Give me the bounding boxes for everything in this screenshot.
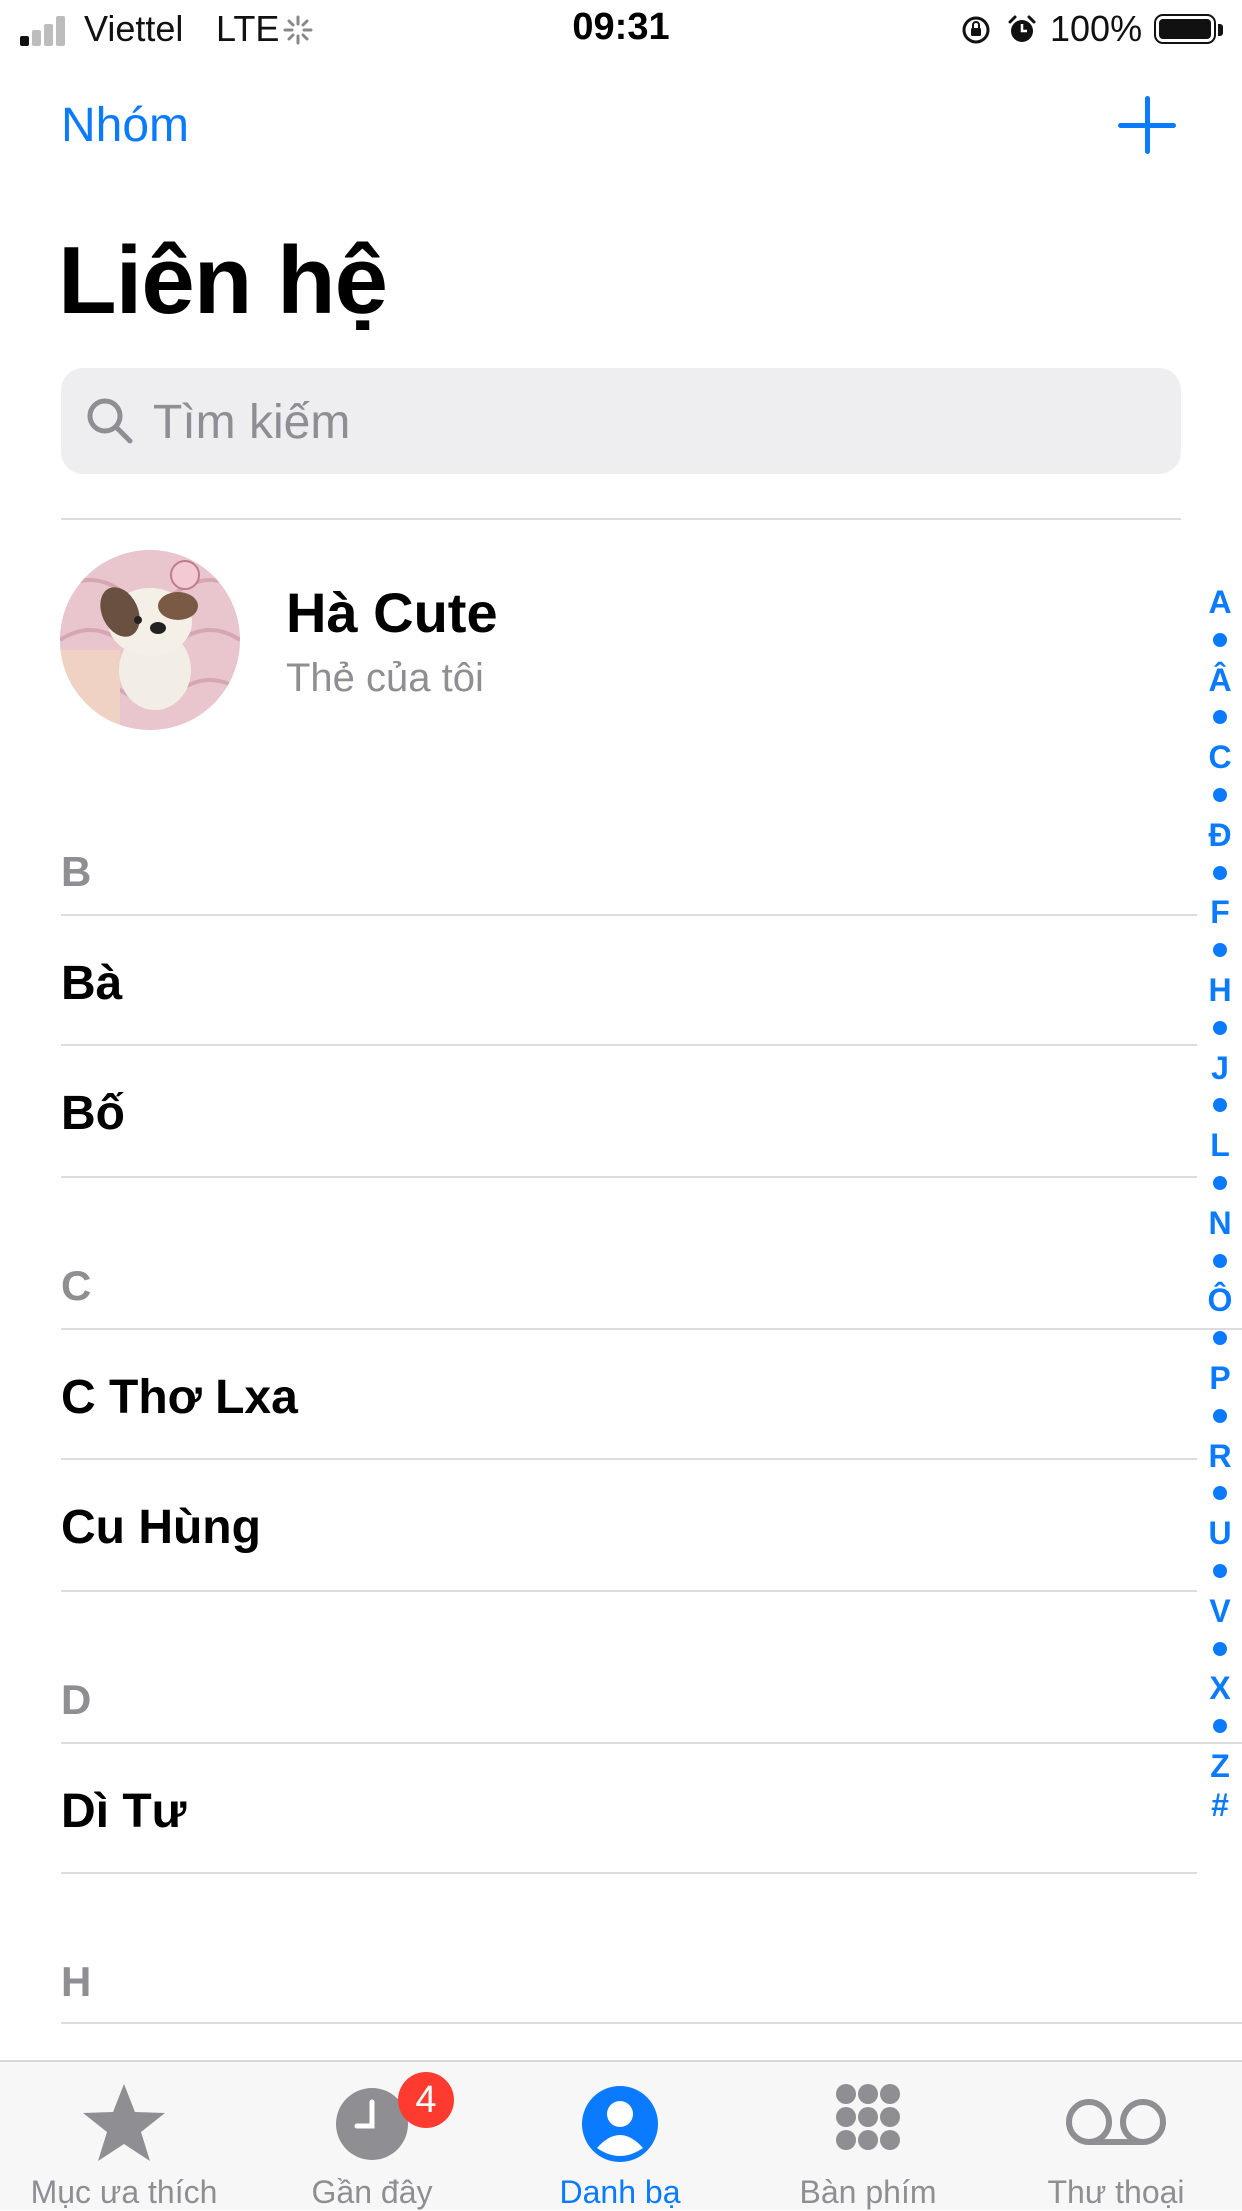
tab-favorites[interactable]: Mục ưa thích <box>0 2062 248 2210</box>
contact-row[interactable]: C Thơ Lxa <box>61 1330 1197 1460</box>
contact-name: Bố <box>61 1087 125 1140</box>
index-letter[interactable]: N <box>1200 1205 1240 1242</box>
index-letter[interactable]: X <box>1200 1670 1240 1707</box>
tab-label: Gần đây <box>311 2174 433 2210</box>
index-dot[interactable] <box>1213 1408 1227 1423</box>
index-dot[interactable] <box>1213 788 1227 802</box>
index-dot[interactable] <box>1213 1176 1227 1190</box>
contact-row[interactable]: Bố <box>61 1046 1197 1176</box>
index-dot[interactable] <box>1213 865 1227 880</box>
my-card-avatar[interactable] <box>60 550 240 730</box>
index-letter[interactable]: J <box>1200 1050 1240 1087</box>
contact-name: Cu Hùng <box>61 1501 261 1554</box>
index-dot[interactable] <box>1213 1641 1227 1656</box>
index-letter[interactable]: H <box>1200 972 1240 1009</box>
index-letter[interactable]: R <box>1200 1438 1240 1475</box>
tab-label: Bàn phím <box>799 2174 937 2210</box>
index-dot[interactable] <box>1213 943 1227 958</box>
contact-row[interactable]: Cu Hùng <box>61 1460 1197 1590</box>
section-header-c: C <box>61 1262 92 1309</box>
contact-row[interactable]: Dì Tư <box>61 1744 1197 1874</box>
index-letter[interactable]: A <box>1200 584 1240 621</box>
contact-row[interactable]: Bà <box>61 916 1197 1046</box>
page-title: Liên hệ <box>58 227 388 334</box>
search-icon <box>87 398 133 444</box>
divider <box>61 1176 1197 1178</box>
battery-percent: 100% <box>1050 8 1143 49</box>
tab-keypad[interactable]: Bàn phím <box>744 2062 992 2210</box>
tab-contacts[interactable]: Danh bạ <box>496 2062 744 2210</box>
star-icon <box>83 2084 165 2161</box>
search-bar[interactable] <box>61 368 1181 476</box>
my-card-name[interactable]: Hà Cute <box>286 580 498 645</box>
index-dot[interactable] <box>1213 1020 1227 1035</box>
tab-bar: Mục ưa thích 4 Gần đây Danh bạ Bàn phím <box>0 2060 1242 2210</box>
index-letter[interactable]: U <box>1200 1515 1240 1552</box>
contact-name: C Thơ Lxa <box>61 1371 298 1424</box>
recents-badge: 4 <box>398 2072 454 2128</box>
tab-label: Mục ưa thích <box>30 2174 218 2210</box>
index-letter[interactable]: C <box>1200 739 1240 776</box>
divider <box>61 2022 1242 2024</box>
groups-button[interactable]: Nhóm <box>61 98 189 153</box>
index-dot[interactable] <box>1213 1719 1227 1734</box>
contact-name: Bà <box>61 957 123 1010</box>
section-header-b: B <box>61 848 92 895</box>
index-letter[interactable]: L <box>1200 1127 1240 1164</box>
index-letter[interactable]: Ô <box>1200 1282 1240 1319</box>
index-letter[interactable]: Đ <box>1200 817 1240 854</box>
index-dot[interactable] <box>1213 1331 1227 1346</box>
index-letter[interactable]: F <box>1200 894 1240 931</box>
my-card-subtitle: Thẻ của tôi <box>286 656 484 700</box>
divider <box>61 1590 1197 1592</box>
contact-name: Dì Tư <box>61 1785 187 1838</box>
keypad-icon <box>836 2084 900 2150</box>
divider <box>61 1872 1197 1874</box>
index-dot[interactable] <box>1213 1253 1227 1268</box>
tab-label: Thư thoại <box>1047 2174 1185 2210</box>
section-header-h: H <box>61 1958 92 2005</box>
person-circle-icon <box>582 2086 658 2162</box>
index-dot[interactable] <box>1213 1486 1227 1501</box>
section-header-d: D <box>61 1676 92 1723</box>
avatar-photo-icon <box>60 550 240 730</box>
index-dot[interactable] <box>1213 632 1227 647</box>
index-letter[interactable]: Â <box>1200 662 1240 699</box>
tab-voicemail[interactable]: Thư thoại <box>992 2062 1240 2210</box>
index-letter[interactable]: # <box>1200 1787 1240 1824</box>
status-bar: Viettel LTE 09:31 100% <box>0 0 1242 60</box>
index-dot[interactable] <box>1213 1098 1227 1113</box>
battery-icon <box>1154 14 1224 46</box>
add-contact-plus-icon[interactable] <box>1118 96 1176 154</box>
search-input[interactable] <box>151 368 1155 476</box>
alarm-icon <box>1008 15 1036 42</box>
index-letter[interactable]: P <box>1200 1360 1240 1397</box>
index-letter[interactable]: V <box>1200 1593 1240 1630</box>
voicemail-icon <box>1066 2099 1166 2145</box>
index-letter[interactable]: Z <box>1200 1748 1240 1785</box>
tab-recents[interactable]: 4 Gần đây <box>248 2062 496 2210</box>
index-dot[interactable] <box>1213 1564 1227 1578</box>
rotation-lock-icon <box>962 16 990 44</box>
divider <box>61 518 1181 520</box>
index-dot[interactable] <box>1213 710 1227 725</box>
tab-label: Danh bạ <box>559 2174 681 2210</box>
